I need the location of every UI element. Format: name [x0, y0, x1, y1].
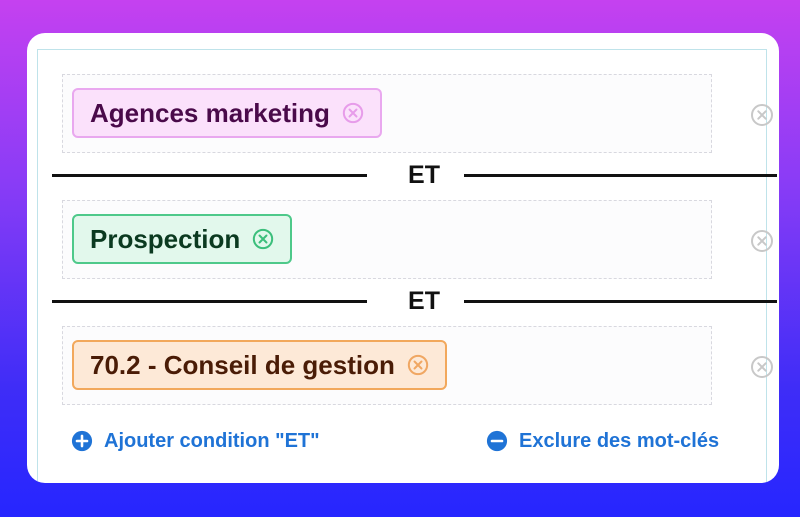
add-condition-label: Ajouter condition "ET" — [104, 429, 320, 452]
operator-label: ET — [408, 287, 440, 315]
condition-row-3: 70.2 - Conseil de gestion — [62, 326, 712, 405]
remove-row-3-close-icon[interactable] — [750, 355, 774, 379]
condition-row-2: Prospection — [62, 200, 712, 279]
condition-builder-card: Agences marketing ET Prospection ET 70.2… — [27, 33, 779, 483]
operator-separator-1: ET — [52, 160, 777, 190]
condition-tag-label: 70.2 - Conseil de gestion — [90, 349, 395, 380]
plus-circle-icon — [71, 430, 93, 452]
condition-tag-label: Agences marketing — [90, 97, 330, 128]
separator-line — [464, 174, 777, 177]
minus-circle-icon — [486, 430, 508, 452]
operator-label: ET — [408, 161, 440, 189]
close-circle-icon[interactable] — [407, 354, 429, 376]
condition-tag-2[interactable]: Prospection — [72, 214, 293, 264]
condition-tag-1[interactable]: Agences marketing — [72, 88, 382, 138]
separator-line — [464, 300, 777, 303]
condition-tag-3[interactable]: 70.2 - Conseil de gestion — [72, 340, 447, 390]
separator-line — [52, 174, 367, 177]
exclude-keywords-label: Exclure des mot-clés — [519, 429, 720, 452]
condition-row-1: Agences marketing — [62, 74, 712, 153]
remove-row-1-close-icon[interactable] — [750, 103, 774, 127]
condition-tag-label: Prospection — [90, 223, 241, 254]
exclude-keywords-button[interactable]: Exclure des mot-clés — [486, 428, 719, 454]
operator-separator-2: ET — [52, 286, 777, 316]
add-condition-button[interactable]: Ajouter condition "ET" — [71, 428, 320, 454]
separator-line — [52, 300, 367, 303]
close-circle-icon[interactable] — [252, 228, 274, 250]
remove-row-2-close-icon[interactable] — [750, 229, 774, 253]
close-circle-icon[interactable] — [342, 102, 364, 124]
